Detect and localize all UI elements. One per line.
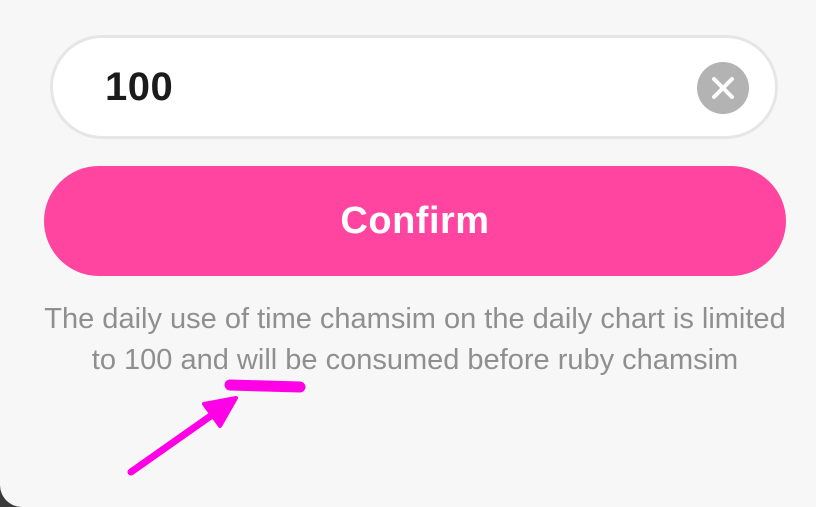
- confirm-button[interactable]: Confirm: [44, 166, 786, 276]
- arrow-icon: [127, 396, 238, 476]
- amount-value[interactable]: 100: [105, 38, 665, 136]
- highlight-underline: [224, 379, 306, 393]
- notice-limit-value: 100: [124, 344, 173, 376]
- dialog-card: 100 Confirm The daily use of time chamsi…: [0, 0, 816, 507]
- close-icon: [712, 77, 734, 99]
- usage-notice: The daily use of time chamsim on the dai…: [40, 299, 790, 381]
- clear-button[interactable]: [697, 62, 749, 114]
- notice-text-after: and will be consumed before ruby chamsim: [180, 344, 739, 376]
- amount-field[interactable]: 100: [50, 35, 778, 139]
- confirm-label: Confirm: [340, 199, 490, 242]
